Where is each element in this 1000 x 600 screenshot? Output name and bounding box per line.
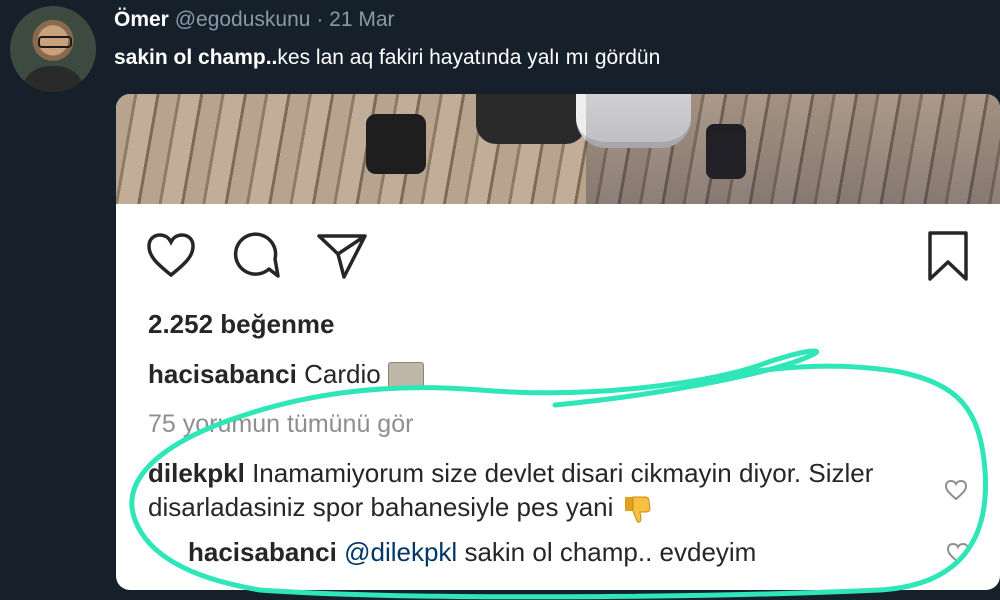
reply-text: sakin ol champ.. evdeyim [464,537,757,567]
post-photo [116,94,1000,204]
tweet-header: Ömer @egoduskunu · 21 Mar [114,8,395,32]
reply-mention[interactable]: @dilekpkl [344,537,457,567]
avatar[interactable] [10,6,96,92]
handle[interactable]: @egoduskunu [175,8,311,31]
heart-icon[interactable] [146,232,196,278]
bookmark-icon[interactable] [926,230,970,282]
reply-username[interactable]: hacisabanci [188,537,337,567]
bike-emoji-icon [387,362,424,391]
tweet-date[interactable]: 21 Mar [329,8,394,31]
tweet-text: sakin ol champ..kes lan aq fakiri hayatı… [114,46,660,70]
instagram-screenshot-card[interactable]: 2.252 beğenme hacisabanci Cardio 75 yoru… [116,94,1000,590]
post-caption: hacisabanci Cardio [148,359,424,391]
comment-text: Inamamiyorum size devlet disari cikmayin… [148,458,874,522]
like-count[interactable]: 2.252 beğenme [148,309,334,340]
comment-username[interactable]: dilekpkl [148,458,245,488]
small-heart-icon[interactable] [946,542,970,564]
tweet-text-rest: kes lan aq fakiri hayatında yalı mı görd… [277,46,661,69]
reply-comment: hacisabanci @dilekpkl sakin ol champ.. e… [188,537,756,568]
caption-text: Cardio [304,359,381,389]
thumbs-down-icon [621,493,653,525]
view-all-comments-link[interactable]: 75 yorumun tümünü gör [148,410,413,439]
comment-icon[interactable] [231,232,281,280]
display-name[interactable]: Ömer [114,8,169,31]
separator: · [316,8,324,31]
comment: dilekpkl Inamamiyorum size devlet disari… [148,456,978,525]
caption-username[interactable]: hacisabanci [148,359,297,389]
tweet-text-bold: sakin ol champ.. [114,46,278,69]
share-icon[interactable] [316,232,368,280]
small-heart-icon[interactable] [944,479,968,501]
